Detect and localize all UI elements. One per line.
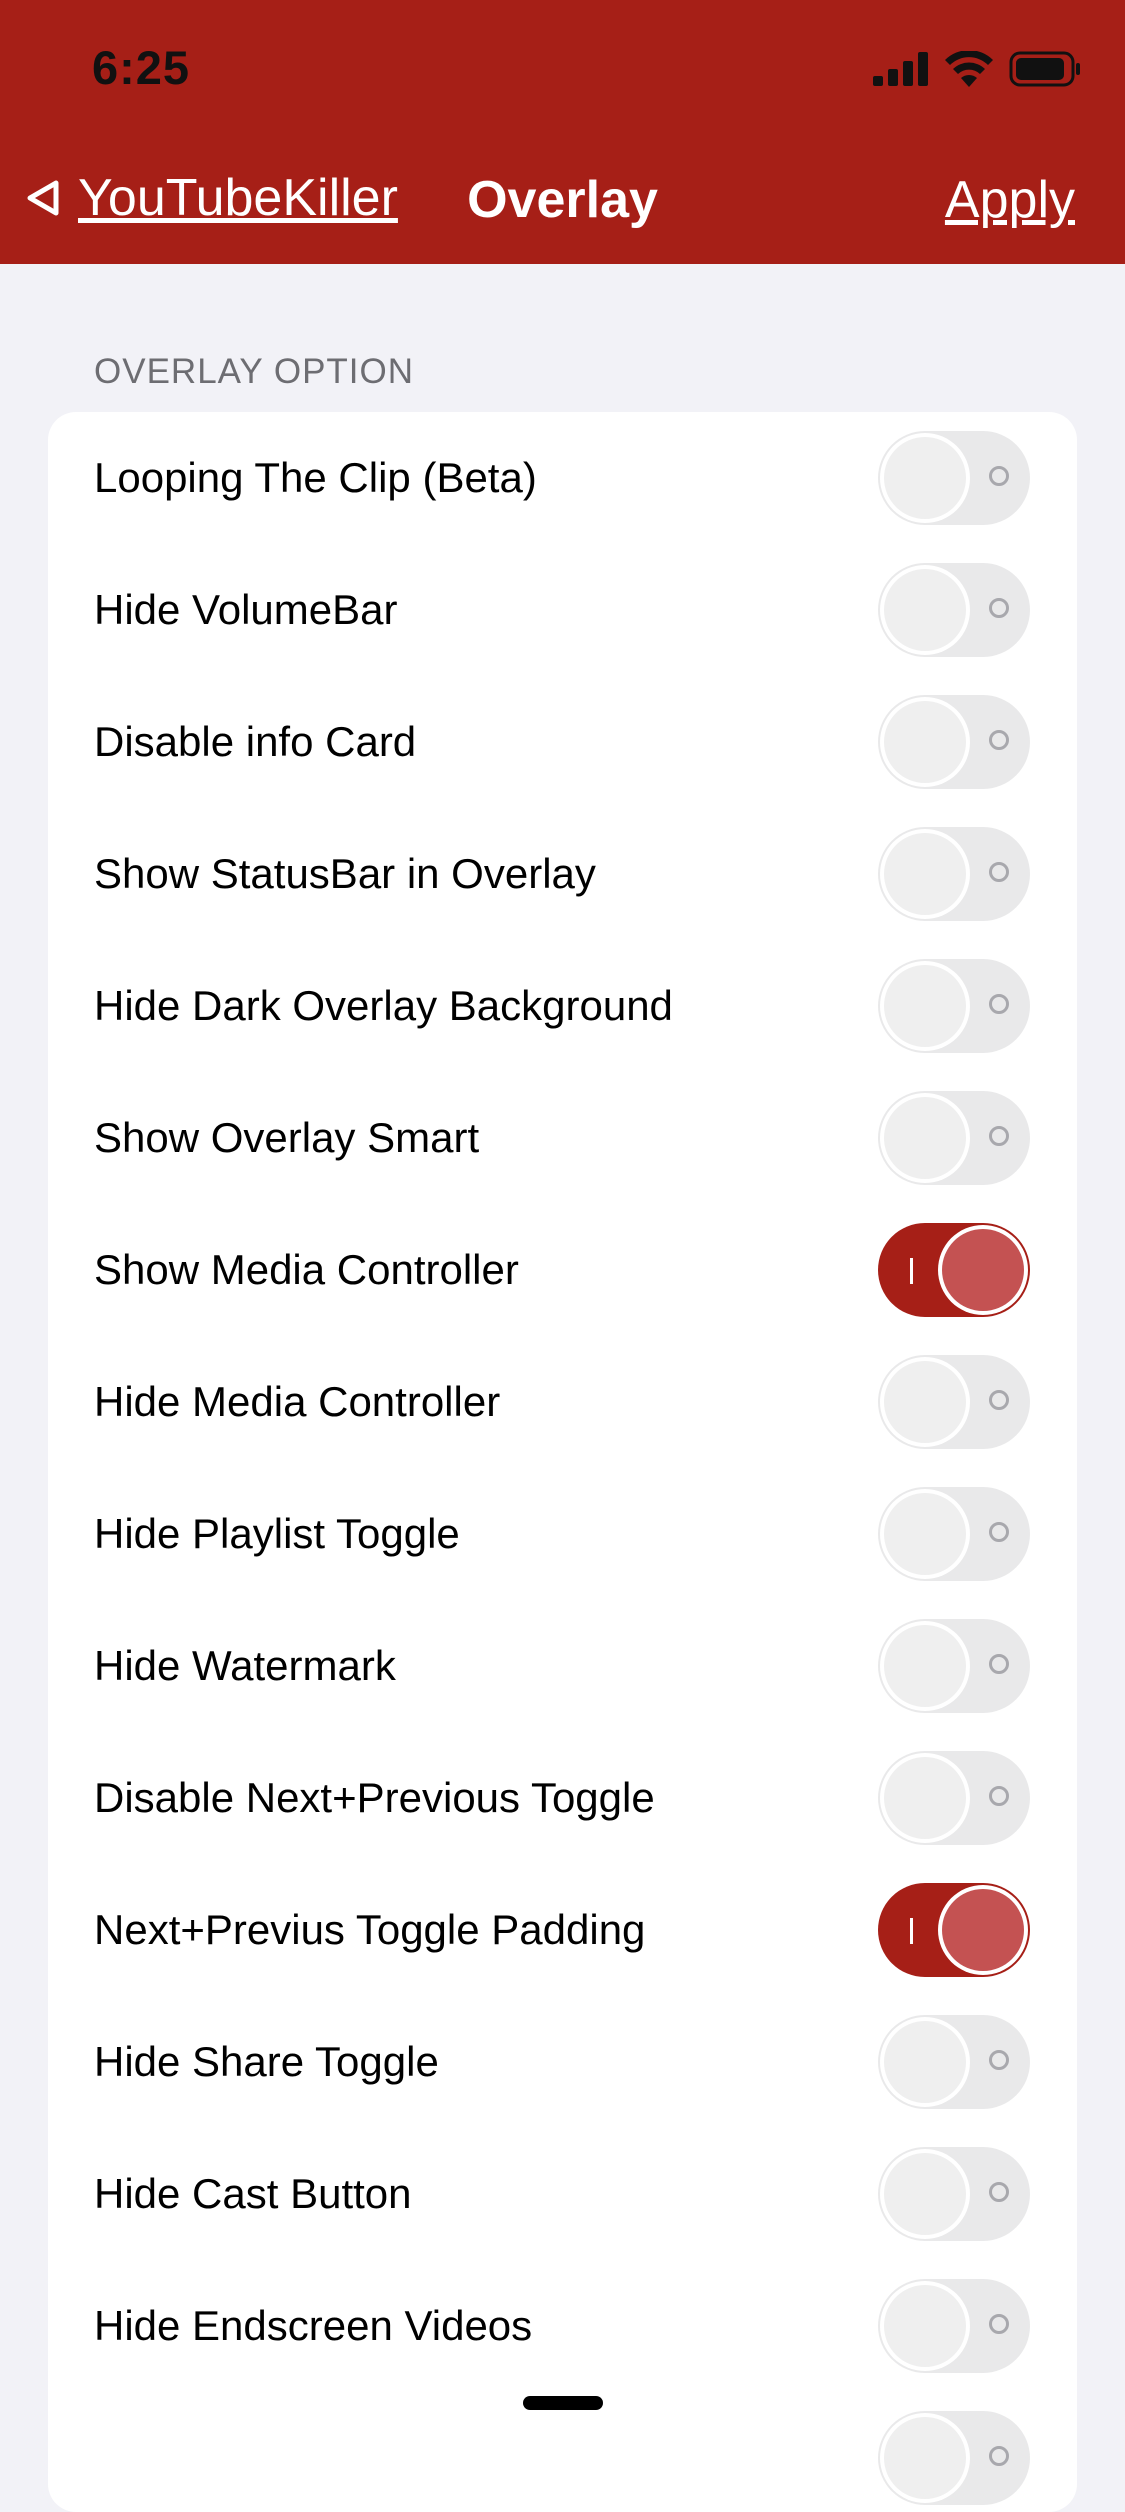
toggle-off-mark	[989, 1126, 1009, 1146]
toggle-off-mark	[989, 1654, 1009, 1674]
toggle-knob	[884, 1097, 966, 1179]
setting-toggle[interactable]	[878, 1751, 1030, 1845]
toggle-knob	[884, 2285, 966, 2367]
setting-toggle[interactable]	[878, 2147, 1030, 2241]
home-indicator[interactable]	[523, 2396, 603, 2410]
setting-label: Hide Media Controller	[94, 1378, 501, 1425]
setting-label: Next+Previus Toggle Padding	[94, 1906, 646, 1953]
battery-icon	[1009, 51, 1080, 87]
status-time: 6:25	[92, 41, 191, 94]
toggle-off-mark	[989, 1390, 1009, 1410]
setting-label: Hide VolumeBar	[94, 586, 398, 633]
setting-toggle[interactable]	[878, 1883, 1030, 1977]
section-header: OVERLAY OPTION	[94, 352, 415, 391]
setting-label: Disable Next+Previous Toggle	[94, 1774, 655, 1821]
toggle-knob	[942, 1889, 1024, 1971]
toggle-knob	[884, 2153, 966, 2235]
toggle-knob	[884, 833, 966, 915]
setting-label: Show StatusBar in Overlay	[94, 850, 596, 897]
setting-toggle[interactable]	[878, 1223, 1030, 1317]
setting-toggle[interactable]	[878, 1487, 1030, 1581]
wifi-icon	[945, 51, 993, 87]
toggle-knob	[884, 1361, 966, 1443]
toggle-knob	[884, 701, 966, 783]
toggle-knob	[884, 2417, 966, 2499]
setting-label: Hide Playlist Toggle	[94, 1510, 460, 1557]
setting-row: Show Media Controller	[48, 1204, 1077, 1336]
setting-toggle[interactable]	[878, 1091, 1030, 1185]
setting-toggle[interactable]	[878, 2411, 1030, 2505]
setting-toggle[interactable]	[878, 827, 1030, 921]
setting-row: Hide Dark Overlay Background	[48, 940, 1077, 1072]
status-icons	[873, 48, 1081, 90]
toggle-off-mark	[989, 730, 1009, 750]
toggle-off-mark	[989, 862, 1009, 882]
toggle-off-mark	[989, 994, 1009, 1014]
setting-row: Show Overlay Smart	[48, 1072, 1077, 1204]
setting-toggle[interactable]	[878, 1619, 1030, 1713]
setting-toggle[interactable]	[878, 431, 1030, 525]
setting-row: Next+Previus Toggle Padding	[48, 1864, 1077, 1996]
setting-row: Hide Share Toggle	[48, 1996, 1077, 2128]
page-title: Overlay	[467, 171, 658, 229]
setting-label: Hide Watermark	[94, 1642, 396, 1689]
setting-row: Hide Cast Button	[48, 2128, 1077, 2260]
settings-card: Looping The Clip (Beta) Hide VolumeBar Dis…	[48, 412, 1077, 2512]
setting-label: Disable info Card	[94, 718, 417, 765]
setting-row: Hide Watermark	[48, 1600, 1077, 1732]
toggle-off-mark	[989, 2446, 1009, 2466]
setting-label: Hide Endscreen Videos	[94, 2302, 533, 2349]
cellular-signal-icon	[873, 52, 928, 86]
toggle-off-mark	[989, 1786, 1009, 1806]
toggle-off-mark	[989, 2182, 1009, 2202]
setting-row: Show StatusBar in Overlay	[48, 808, 1077, 940]
back-button-label: YouTubeKiller	[78, 169, 398, 227]
setting-label: Hide Share Toggle	[94, 2038, 439, 2085]
setting-row: Hide VolumeBar	[48, 544, 1077, 676]
setting-row	[48, 2392, 1077, 2512]
toggle-knob	[884, 1493, 966, 1575]
toggle-knob	[884, 569, 966, 651]
toggle-knob	[942, 1229, 1024, 1311]
setting-label: Hide Dark Overlay Background	[94, 982, 673, 1029]
toggle-knob	[884, 1757, 966, 1839]
toggle-on-mark	[910, 1918, 913, 1944]
setting-row: Hide Playlist Toggle	[48, 1468, 1077, 1600]
chevron-left-icon	[27, 180, 59, 216]
setting-row: Hide Media Controller	[48, 1336, 1077, 1468]
setting-row: Disable info Card	[48, 676, 1077, 808]
toggle-off-mark	[989, 2050, 1009, 2070]
setting-toggle[interactable]	[878, 563, 1030, 657]
toggle-off-mark	[989, 598, 1009, 618]
navigation-header: 6:25 YouTubeKiller Overlay Apply	[0, 0, 1125, 264]
toggle-knob	[884, 2021, 966, 2103]
apply-button[interactable]: Apply	[945, 170, 1075, 230]
toggle-on-mark	[910, 1258, 913, 1284]
setting-toggle[interactable]	[878, 695, 1030, 789]
setting-toggle[interactable]	[878, 959, 1030, 1053]
setting-label: Looping The Clip (Beta)	[94, 454, 537, 501]
setting-row: Hide Endscreen Videos	[48, 2260, 1077, 2392]
setting-label: Hide Cast Button	[94, 2170, 412, 2217]
toggle-off-mark	[989, 1522, 1009, 1542]
toggle-off-mark	[989, 2314, 1009, 2334]
setting-toggle[interactable]	[878, 1355, 1030, 1449]
toggle-knob	[884, 437, 966, 519]
toggle-knob	[884, 965, 966, 1047]
setting-toggle[interactable]	[878, 2279, 1030, 2373]
back-button[interactable]: YouTubeKiller	[24, 168, 398, 228]
setting-row: Disable Next+Previous Toggle	[48, 1732, 1077, 1864]
setting-row: Looping The Clip (Beta)	[48, 412, 1077, 544]
toggle-off-mark	[989, 466, 1009, 486]
setting-label: Show Overlay Smart	[94, 1114, 480, 1161]
setting-toggle[interactable]	[878, 2015, 1030, 2109]
setting-label: Show Media Controller	[94, 1246, 519, 1293]
toggle-knob	[884, 1625, 966, 1707]
